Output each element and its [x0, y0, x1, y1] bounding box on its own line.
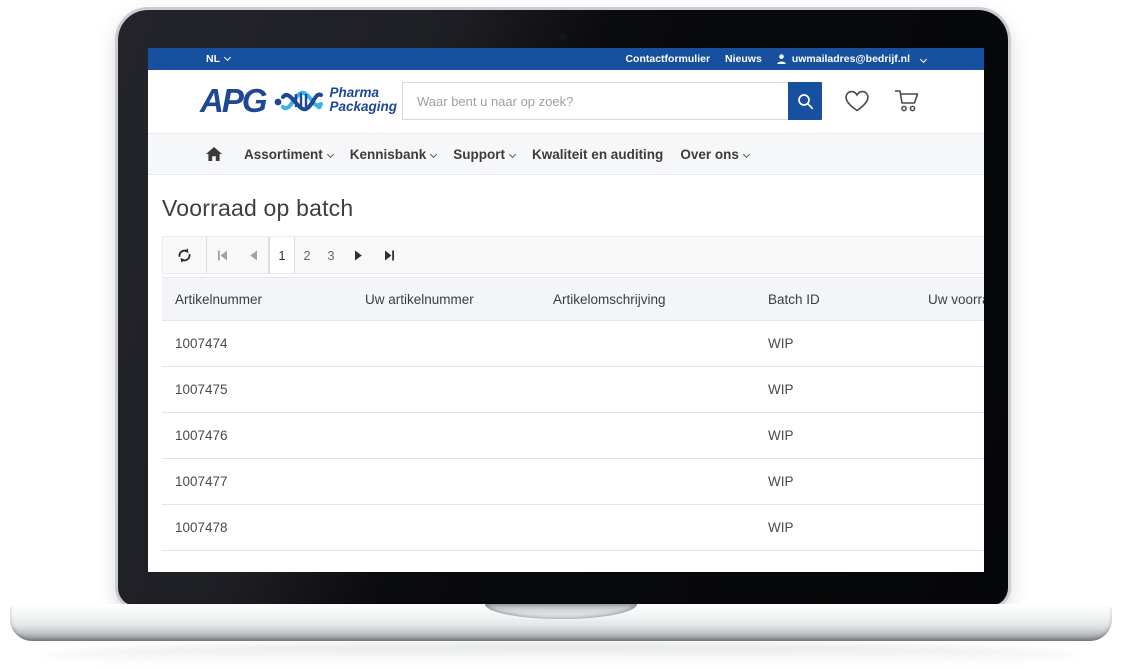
cell-batch-id: WIP — [768, 382, 928, 397]
laptop-lid: NL Contactformulier Nieuws uwmailadres@b… — [118, 10, 1008, 606]
nav-item-support[interactable]: Support — [453, 147, 515, 162]
shopping-cart-icon — [893, 87, 920, 113]
laptop-reflection — [45, 643, 1077, 667]
nav-item-kennisbank[interactable]: Kennisbank — [350, 147, 437, 162]
search-bar — [402, 82, 822, 120]
column-header-artikelomschrijving: Artikelomschrijving — [553, 292, 768, 307]
chevron-down-icon — [327, 150, 334, 157]
browser-screen: NL Contactformulier Nieuws uwmailadres@b… — [148, 48, 984, 572]
refresh-icon — [176, 247, 193, 264]
main-navigation: Assortiment Kennisbank Support Kwaliteit… — [148, 133, 984, 175]
user-account-menu[interactable]: uwmailadres@bedrijf.nl — [777, 53, 926, 65]
table-row: 1007476 WIP — [162, 413, 984, 459]
table-row: 1007474 WIP — [162, 321, 984, 367]
topbar-link-nieuws[interactable]: Nieuws — [725, 53, 762, 65]
utility-topbar: NL Contactformulier Nieuws uwmailadres@b… — [148, 48, 984, 70]
page-number-3[interactable]: 3 — [319, 237, 343, 273]
last-page-button[interactable] — [374, 237, 405, 273]
page-number-2[interactable]: 2 — [295, 237, 319, 273]
chevron-down-icon — [224, 54, 231, 61]
table-row-partial — [162, 551, 984, 572]
logo-tagline-line1: Pharma — [330, 86, 398, 100]
cell-artikelnummer: 1007475 — [175, 382, 365, 397]
nav-item-assortiment[interactable]: Assortiment — [244, 147, 333, 162]
cell-artikelnummer: 1007477 — [175, 474, 365, 489]
laptop-lid-notch — [485, 604, 637, 619]
table-header-row: Artikelnummer Uw artikelnummer Artikelom… — [162, 277, 984, 321]
search-icon — [797, 93, 814, 110]
language-selector[interactable]: NL — [206, 53, 230, 65]
nav-item-kwaliteit-en-auditing[interactable]: Kwaliteit en auditing — [532, 147, 663, 162]
table-row: 1007477 WIP — [162, 459, 984, 505]
next-page-button[interactable] — [343, 237, 374, 273]
nav-item-label: Kwaliteit en auditing — [532, 147, 663, 162]
user-icon — [777, 54, 786, 64]
cart-button[interactable] — [893, 87, 920, 113]
logo-tagline: Pharma Packaging — [330, 86, 398, 114]
column-header-uw-voorraad: Uw voorraad — [928, 292, 984, 307]
search-input[interactable] — [402, 82, 788, 120]
logo-tagline-line2: Packaging — [330, 100, 398, 114]
chevron-down-icon — [509, 150, 516, 157]
refresh-button[interactable] — [163, 237, 207, 273]
previous-page-icon — [249, 250, 258, 261]
first-page-button[interactable] — [207, 237, 238, 273]
nav-home-button[interactable] — [206, 147, 222, 161]
chevron-down-icon — [743, 150, 750, 157]
nav-item-over-ons[interactable]: Over ons — [680, 147, 749, 162]
column-header-uw-artikelnummer: Uw artikelnummer — [365, 292, 553, 307]
nav-item-label: Support — [453, 147, 505, 162]
last-page-icon — [384, 250, 395, 261]
column-header-batch-id: Batch ID — [768, 292, 928, 307]
page-number-1[interactable]: 1 — [269, 237, 295, 273]
cell-artikelnummer: 1007478 — [175, 520, 365, 535]
cell-batch-id: WIP — [768, 428, 928, 443]
webcam — [560, 34, 567, 41]
laptop-mockup: NL Contactformulier Nieuws uwmailadres@b… — [0, 0, 1122, 669]
cell-artikelnummer: 1007474 — [175, 336, 365, 351]
topbar-link-contactformulier[interactable]: Contactformulier — [625, 53, 710, 65]
cell-batch-id: WIP — [768, 336, 928, 351]
table-row: 1007478 WIP — [162, 505, 984, 551]
logo[interactable]: APG Pharma Packaging — [200, 80, 397, 120]
pagination-toolbar: 1 2 3 — [162, 236, 984, 274]
topbar-right-group: Contactformulier Nieuws uwmailadres@bedr… — [625, 53, 926, 65]
nav-item-label: Kennisbank — [350, 147, 427, 162]
dna-helix-icon — [274, 80, 324, 120]
batch-table: Artikelnummer Uw artikelnummer Artikelom… — [162, 277, 984, 572]
previous-page-button[interactable] — [238, 237, 269, 273]
search-button[interactable] — [788, 82, 822, 120]
next-page-icon — [354, 250, 363, 261]
user-email: uwmailadres@bedrijf.nl — [792, 53, 910, 65]
chevron-down-icon — [430, 150, 437, 157]
wishlist-button[interactable] — [843, 87, 871, 113]
cell-batch-id: WIP — [768, 520, 928, 535]
nav-item-label: Over ons — [680, 147, 739, 162]
language-label: NL — [206, 53, 220, 65]
laptop-base — [10, 604, 1112, 641]
heart-icon — [843, 88, 871, 113]
nav-item-label: Assortiment — [244, 147, 323, 162]
logo-acronym: APG — [200, 84, 266, 117]
page-title: Voorraad op batch — [162, 195, 984, 222]
table-row: 1007475 WIP — [162, 367, 984, 413]
home-icon — [206, 147, 222, 161]
header-icon-group — [843, 87, 920, 113]
first-page-icon — [217, 250, 228, 261]
site-header: APG Pharma Packaging — [148, 70, 984, 133]
page-content: Voorraad op batch — [148, 175, 984, 572]
cell-artikelnummer: 1007476 — [175, 428, 365, 443]
column-header-artikelnummer: Artikelnummer — [175, 292, 365, 307]
cell-batch-id: WIP — [768, 474, 928, 489]
chevron-down-icon — [920, 55, 927, 62]
